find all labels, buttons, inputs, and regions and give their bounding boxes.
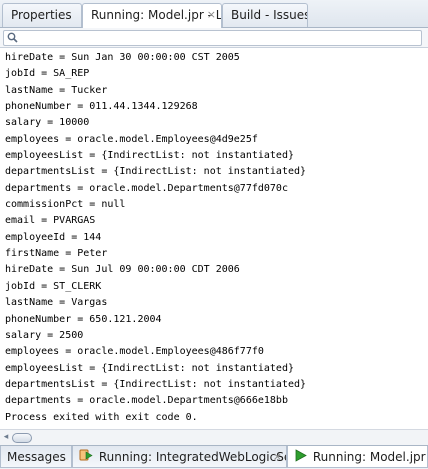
log-line: employees = oracle.model.Employees@4d9e2… [5, 133, 258, 145]
search-box[interactable] [3, 30, 422, 46]
log-line: phoneNumber = 011.44.1344.129268 [5, 101, 198, 113]
play-icon [294, 447, 307, 468]
log-line: hireDate = Sun Jan 30 00:00:00 CST 2005 [5, 52, 240, 63]
tab-label: Properties [11, 8, 72, 22]
log-line: employeeId = 144 [5, 231, 102, 243]
search-input[interactable] [20, 31, 416, 45]
log-line: employeesList = {IndirectList: not insta… [5, 150, 294, 162]
log-line: employees = oracle.model.Employees@486f7… [5, 346, 264, 358]
close-icon[interactable]: × [273, 446, 282, 467]
log-line: hireDate = Sun Jul 09 00:00:00 CDT 2006 [5, 264, 240, 276]
log-line: lastName = Vargas [5, 297, 108, 309]
log-line: phoneNumber = 650.121.2004 [5, 313, 162, 325]
log-line: salary = 2500 [5, 329, 84, 341]
log-line: lastName = Tucker [5, 84, 108, 96]
tab-properties[interactable]: Properties [2, 3, 82, 27]
server-run-icon [79, 447, 93, 468]
scrollbar-thumb[interactable] [12, 433, 32, 443]
log-line: jobId = ST_CLERK [5, 280, 102, 292]
search-icon [7, 32, 18, 43]
bottom-tabbar: Messages Running: IntegratedWebLogicServ… [0, 445, 428, 469]
tab-label: Running: Model.jpr - Log [91, 8, 222, 22]
log-line: salary = 10000 [5, 117, 90, 129]
tab-running-integrated-weblogic-server[interactable]: Running: IntegratedWebLogicServer × [72, 446, 287, 468]
tab-label: Messages [7, 450, 66, 464]
log-line: commissionPct = null [5, 199, 126, 211]
log-line: email = PVARGAS [5, 215, 96, 227]
log-output: hireDate = Sun Jan 30 00:00:00 CST 2005 j… [5, 50, 428, 426]
tab-build-issues[interactable]: Build - Issues [222, 3, 308, 27]
log-line: departments = oracle.model.Departments@6… [5, 395, 288, 407]
log-line: departmentsList = {IndirectList: not ins… [5, 378, 307, 390]
tab-label: Build - Issues [231, 8, 308, 22]
tab-label: Running: IntegratedWebLogicServer [98, 450, 286, 464]
log-window-tabbar: Properties Running: Model.jpr - Log × Bu… [0, 0, 428, 28]
scroll-left-icon[interactable]: ◂ [1, 432, 11, 442]
log-line: Process exited with exit code 0. [5, 411, 198, 423]
log-line: employeesList = {IndirectList: not insta… [5, 362, 294, 374]
log-line: firstName = Peter [5, 248, 108, 260]
log-search-bar [0, 28, 428, 48]
tab-running-model-log[interactable]: Running: Model.jpr - Log × [82, 3, 222, 28]
close-icon[interactable]: × [207, 4, 216, 26]
tab-label: Running: Model.jpr [312, 450, 426, 464]
tab-messages[interactable]: Messages [0, 446, 72, 468]
horizontal-scrollbar[interactable]: ◂ [0, 429, 428, 445]
log-line: jobId = SA_REP [5, 68, 90, 80]
log-line: departmentsList = {IndirectList: not ins… [5, 166, 307, 178]
tab-running-model-jpr[interactable]: Running: Model.jpr [287, 446, 428, 468]
log-line: departments = oracle.model.Departments@7… [5, 182, 288, 194]
